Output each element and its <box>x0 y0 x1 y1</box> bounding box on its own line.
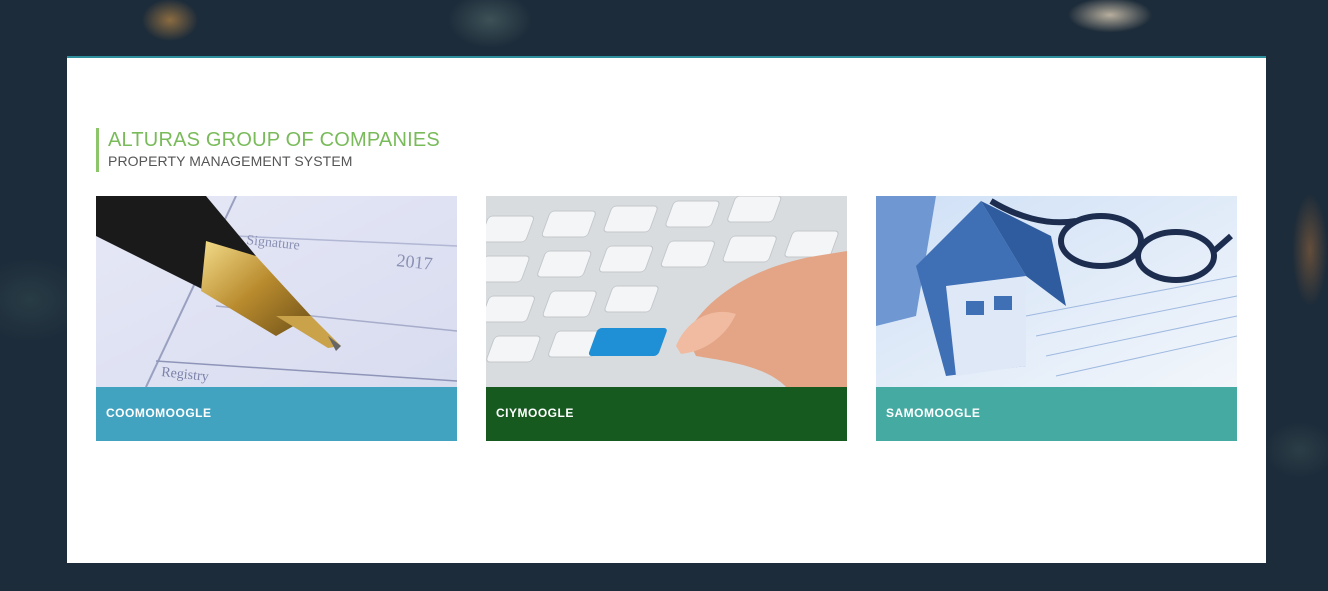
pen-document-image: Signature 2017 Registry <box>96 196 457 387</box>
module-card-3[interactable]: SAMOMOOGLE <box>876 196 1237 441</box>
house-glasses-image <box>876 196 1237 387</box>
svg-text:2017: 2017 <box>396 250 434 274</box>
main-panel: ALTURAS GROUP OF COMPANIES PROPERTY MANA… <box>67 56 1266 563</box>
brand-header: ALTURAS GROUP OF COMPANIES PROPERTY MANA… <box>96 128 440 172</box>
card-label: COOMOMOOGLE <box>106 406 212 420</box>
card-label: SAMOMOOGLE <box>886 406 981 420</box>
system-subtitle: PROPERTY MANAGEMENT SYSTEM <box>108 153 353 169</box>
card-bar: SAMOMOOGLE <box>876 387 1237 441</box>
module-card-2[interactable]: CIYMOOGLE <box>486 196 847 441</box>
card-bar: COOMOMOOGLE <box>96 387 457 441</box>
card-label: CIYMOOGLE <box>496 406 574 420</box>
company-title: ALTURAS GROUP OF COMPANIES <box>108 129 440 151</box>
module-card-1[interactable]: Signature 2017 Registry COOMOMOOGLE <box>96 196 457 441</box>
keyboard-image <box>486 196 847 387</box>
card-bar: CIYMOOGLE <box>486 387 847 441</box>
